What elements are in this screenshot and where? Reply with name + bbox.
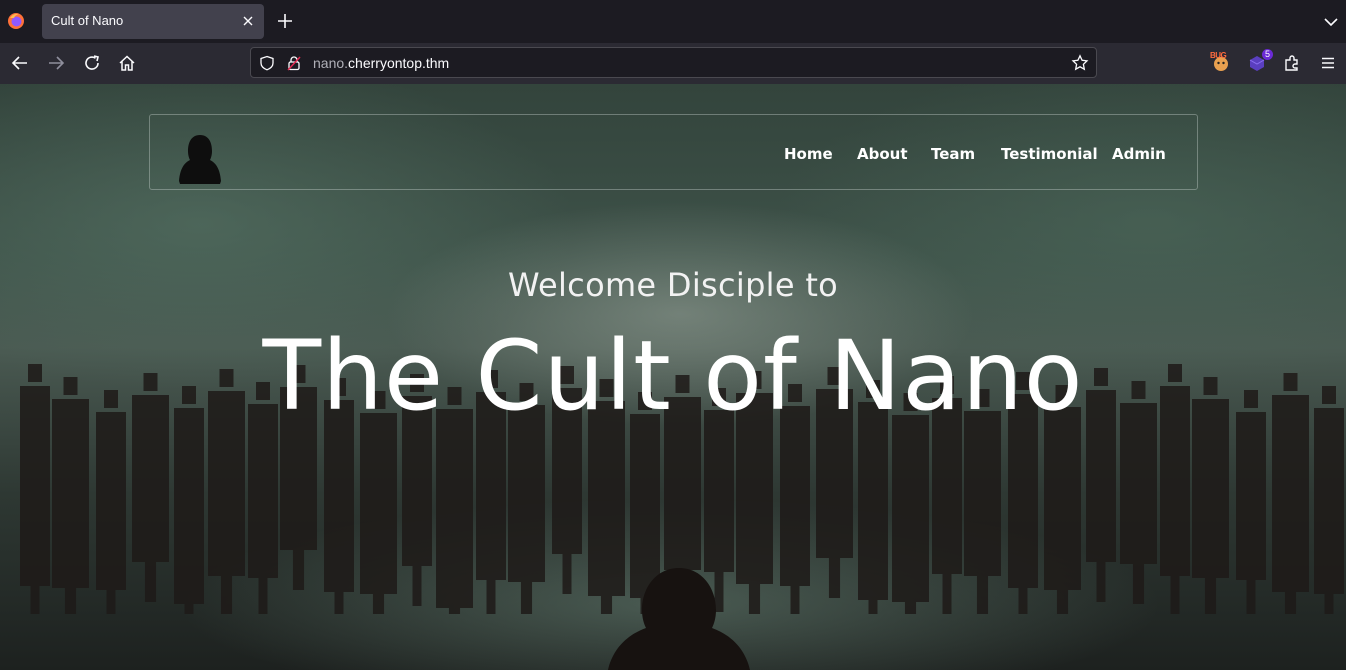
active-tab[interactable]: Cult of Nano: [42, 4, 264, 39]
close-icon[interactable]: [240, 13, 256, 29]
star-icon[interactable]: [1071, 54, 1089, 72]
nav-about[interactable]: About: [857, 145, 908, 163]
home-icon[interactable]: [118, 54, 136, 72]
nav-testimonial[interactable]: Testimonial: [1001, 145, 1098, 163]
site-navbar: Home About Team Testimonial Admin: [149, 114, 1198, 190]
firefox-icon[interactable]: [7, 12, 25, 30]
nav-home[interactable]: Home: [784, 145, 833, 163]
tab-title: Cult of Nano: [51, 13, 124, 28]
reload-icon[interactable]: [83, 54, 101, 72]
nav-admin[interactable]: Admin: [1112, 145, 1166, 163]
extension-badge: 5: [1261, 49, 1273, 60]
purple-extension-icon[interactable]: 5: [1246, 49, 1273, 73]
forward-icon[interactable]: [47, 54, 65, 72]
nav-toolbar: nano.cherryontop.thm BUG 5: [0, 43, 1346, 85]
url-bar[interactable]: nano.cherryontop.thm: [250, 47, 1097, 78]
url-subdomain: nano.: [313, 55, 349, 71]
menu-icon[interactable]: [1319, 54, 1337, 72]
hooded-figure-image: [608, 568, 750, 670]
url-domain: cherryontop.thm: [348, 55, 450, 71]
hero-subtitle: Welcome Disciple to: [507, 266, 839, 304]
back-icon[interactable]: [11, 54, 29, 72]
tab-strip: Cult of Nano: [0, 0, 1346, 43]
shield-icon[interactable]: [259, 55, 275, 71]
bug-extension-icon[interactable]: BUG: [1210, 51, 1232, 73]
hooded-figure-logo[interactable]: [178, 133, 222, 185]
nav-team[interactable]: Team: [931, 145, 975, 163]
page-viewport: Home About Team Testimonial Admin Welcom…: [0, 84, 1346, 670]
chevron-down-icon[interactable]: [1322, 13, 1340, 31]
bug-extension-label: BUG: [1210, 51, 1227, 60]
puzzle-icon[interactable]: [1283, 54, 1301, 72]
plus-icon[interactable]: [276, 12, 294, 30]
url-text[interactable]: nano.cherryontop.thm: [313, 55, 449, 71]
hero-title: The Cult of Nano: [262, 320, 1084, 432]
insecure-lock-icon[interactable]: [286, 55, 302, 71]
